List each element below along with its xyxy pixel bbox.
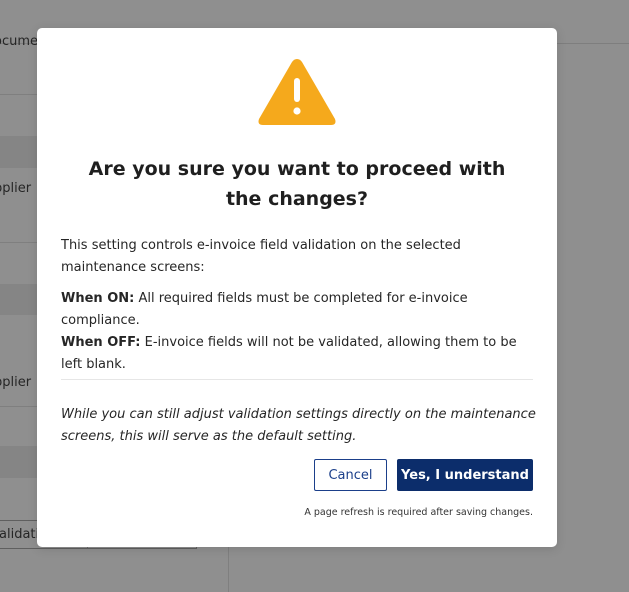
confirm-button[interactable]: Yes, I understand <box>397 459 533 491</box>
dialog-on-off-description: When ON: All required fields must be com… <box>61 288 537 376</box>
background-label-supplier-2: pplier <box>0 375 32 390</box>
dialog-divider <box>61 379 533 380</box>
warning-triangle-icon <box>258 59 336 125</box>
when-off-line: When OFF: E-invoice fields will not be v… <box>61 332 537 376</box>
cancel-button[interactable]: Cancel <box>314 459 387 491</box>
refresh-notice: A page refresh is required after saving … <box>304 507 533 518</box>
confirm-dialog: Are you sure you want to proceed with th… <box>37 28 557 547</box>
dialog-intro: This setting controls e-invoice field va… <box>61 238 461 275</box>
when-on-line: When ON: All required fields must be com… <box>61 288 537 332</box>
background-label-document: ocume <box>0 34 39 49</box>
dialog-note: While you can still adjust validation se… <box>61 407 536 444</box>
background-label-supplier: pplier <box>0 181 32 196</box>
dialog-title: Are you sure you want to proceed with th… <box>88 158 506 210</box>
when-off-label: When OFF: <box>61 335 141 350</box>
when-on-label: When ON: <box>61 291 135 306</box>
